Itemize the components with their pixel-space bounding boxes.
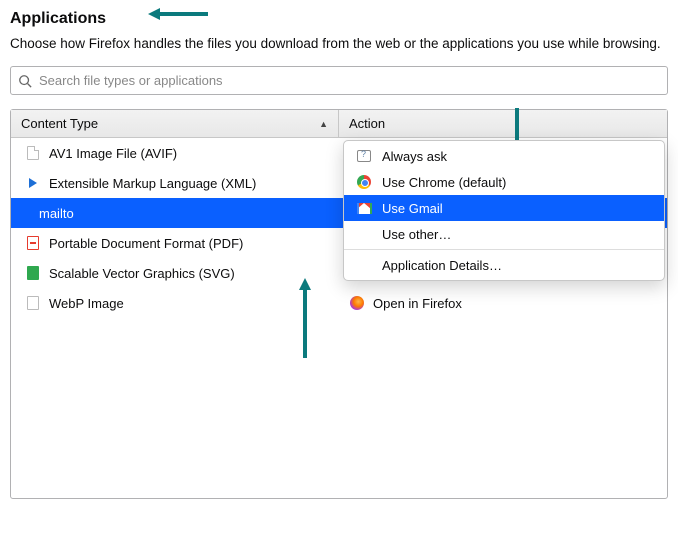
menu-item[interactable]: Application Details… [344, 252, 664, 278]
row-label: AV1 Image File (AVIF) [49, 146, 177, 161]
blank-icon [356, 257, 372, 273]
row-label: Scalable Vector Graphics (SVG) [49, 266, 235, 281]
menu-item[interactable]: Use Gmail [344, 195, 664, 221]
menu-item-label: Use Chrome (default) [382, 175, 506, 190]
file-pdf-icon [25, 235, 41, 251]
firefox-icon [350, 296, 364, 310]
column-header-label: Content Type [21, 116, 98, 131]
action-label: Open in Firefox [373, 296, 462, 311]
cell-content-type: Scalable Vector Graphics (SVG) [11, 258, 339, 288]
search-icon [18, 74, 32, 88]
menu-item[interactable]: Always ask [344, 143, 664, 169]
action-dropdown: Always ask Use Chrome (default) Use Gmail U… [343, 140, 665, 281]
table-header: Content Type ▲ Action [11, 110, 667, 138]
sort-ascending-icon: ▲ [319, 119, 328, 129]
section-title: Applications [10, 10, 668, 28]
menu-item[interactable]: Use other… [344, 221, 664, 247]
search-input[interactable] [10, 66, 668, 95]
file-xml-icon [25, 175, 41, 191]
row-label: mailto [39, 206, 74, 221]
cell-content-type: WebP Image [11, 288, 339, 318]
column-header-action[interactable]: Action [339, 110, 667, 137]
firefox-icon [349, 295, 365, 311]
menu-item-label: Use other… [382, 227, 451, 242]
menu-item-label: Use Gmail [382, 201, 443, 216]
ask-icon [356, 148, 372, 164]
gmail-icon [356, 200, 372, 216]
row-label: WebP Image [49, 296, 124, 311]
menu-item-label: Application Details… [382, 258, 502, 273]
row-label: Extensible Markup Language (XML) [49, 176, 256, 191]
section-description: Choose how Firefox handles the files you… [10, 34, 668, 54]
menu-item[interactable]: Use Chrome (default) [344, 169, 664, 195]
cell-content-type: mailto [11, 198, 339, 228]
table-row[interactable]: WebP Image Open in Firefox [11, 288, 667, 318]
menu-item-label: Always ask [382, 149, 447, 164]
cell-content-type: Extensible Markup Language (XML) [11, 168, 339, 198]
search-wrap [10, 66, 668, 95]
cell-content-type: AV1 Image File (AVIF) [11, 138, 339, 168]
blank-icon [356, 226, 372, 242]
applications-table: Content Type ▲ Action AV1 Image File (AV… [10, 109, 668, 499]
chrome-icon [356, 174, 372, 190]
column-header-label: Action [349, 116, 385, 131]
cell-content-type: Portable Document Format (PDF) [11, 228, 339, 258]
menu-separator [344, 249, 664, 250]
row-label: Portable Document Format (PDF) [49, 236, 243, 251]
file-svg-icon [25, 265, 41, 281]
file-generic-icon [25, 145, 41, 161]
file-webp-icon [25, 295, 41, 311]
column-header-content-type[interactable]: Content Type ▲ [11, 110, 339, 137]
cell-action[interactable]: Open in Firefox [339, 288, 667, 318]
